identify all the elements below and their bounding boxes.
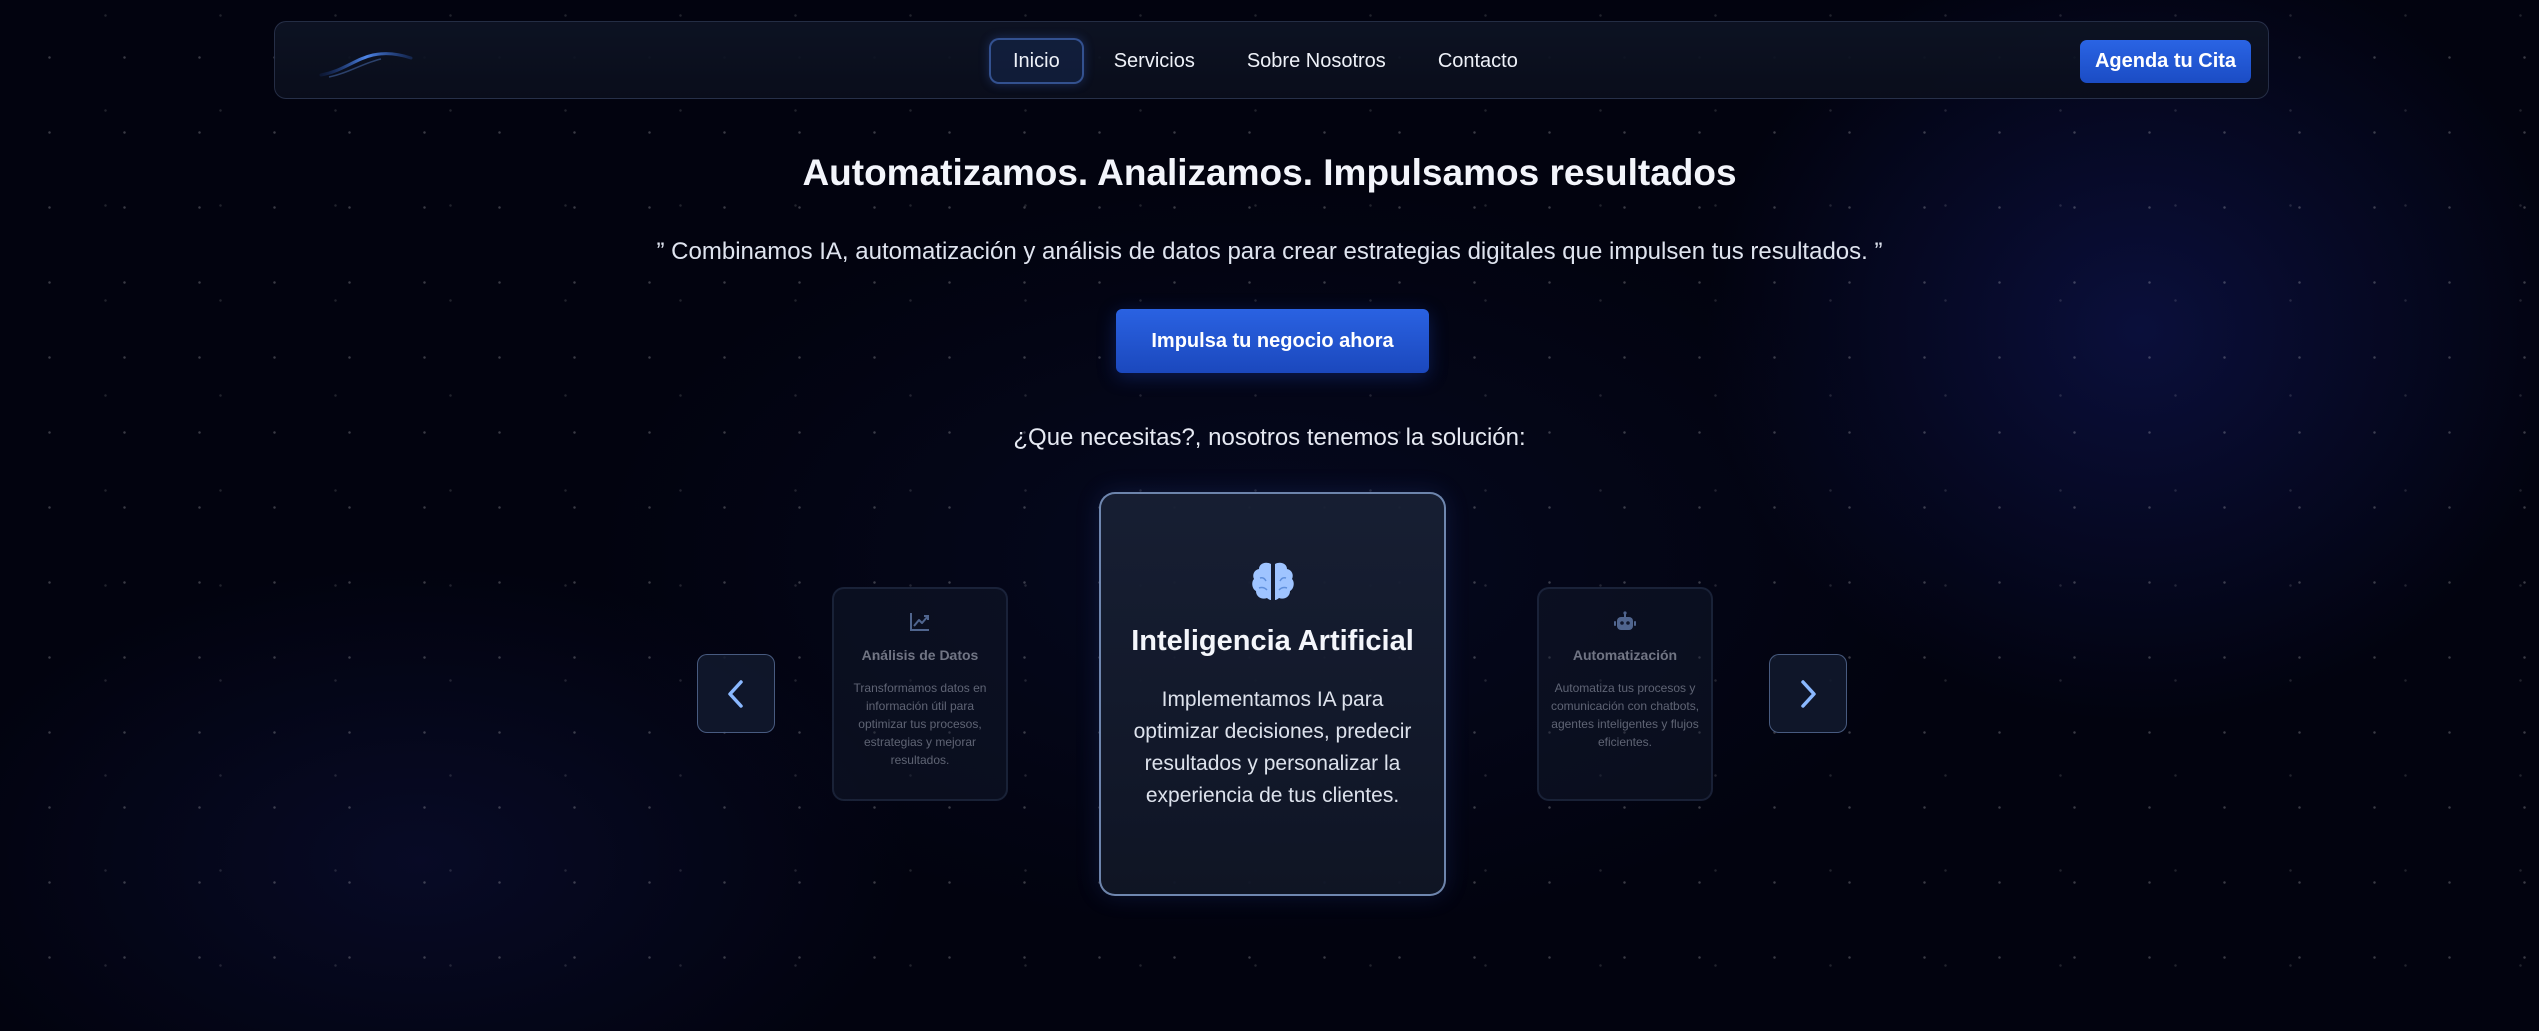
hero-title: Automatizamos. Analizamos. Impulsamos re… — [802, 152, 1737, 193]
nav-link-sobre-nosotros[interactable]: Sobre Nosotros — [1225, 38, 1408, 84]
hero-subtitle: ” Combinamos IA, automatización y anális… — [656, 238, 1883, 265]
chart-line-icon — [834, 611, 1006, 635]
nav-link-contacto[interactable]: Contacto — [1416, 38, 1540, 84]
logo-wave-icon — [319, 52, 413, 78]
card-title: Análisis de Datos — [861, 647, 979, 663]
service-card-analisis[interactable]: Análisis de Datos Transformamos datos en… — [832, 587, 1008, 801]
impulsa-negocio-button[interactable]: Impulsa tu negocio ahora — [1116, 309, 1429, 373]
chevron-right-icon — [1801, 679, 1816, 708]
service-card-automatizacion[interactable]: Automatización Automatiza tus procesos y… — [1537, 587, 1713, 801]
solution-question: ¿Que necesitas?, nosotros tenemos la sol… — [1013, 424, 1526, 451]
card-title: Automatización — [1572, 647, 1678, 663]
nav-link-servicios[interactable]: Servicios — [1092, 38, 1217, 84]
nav-link-inicio[interactable]: Inicio — [989, 38, 1084, 84]
service-card-ia[interactable]: Inteligencia Artificial Implementamos IA… — [1099, 492, 1446, 896]
card-title: Inteligencia Artificial — [1131, 625, 1414, 657]
card-description: Implementamos IA para optimizar decision… — [1133, 688, 1412, 807]
card-description: Transformamos datos en información útil … — [853, 681, 987, 767]
robot-icon — [1539, 611, 1711, 635]
carousel-next-button[interactable] — [1769, 654, 1847, 733]
chevron-left-icon — [728, 679, 743, 708]
navbar: Inicio Servicios Sobre Nosotros Contacto… — [274, 21, 2269, 99]
nav-links: Inicio Servicios Sobre Nosotros Contacto — [989, 37, 1540, 85]
logo[interactable] — [315, 41, 415, 83]
agenda-cita-button[interactable]: Agenda tu Cita — [2080, 40, 2251, 83]
carousel-prev-button[interactable] — [697, 654, 775, 733]
brain-icon — [1101, 560, 1444, 604]
card-description: Automatiza tus procesos y comunicación c… — [1550, 681, 1700, 749]
